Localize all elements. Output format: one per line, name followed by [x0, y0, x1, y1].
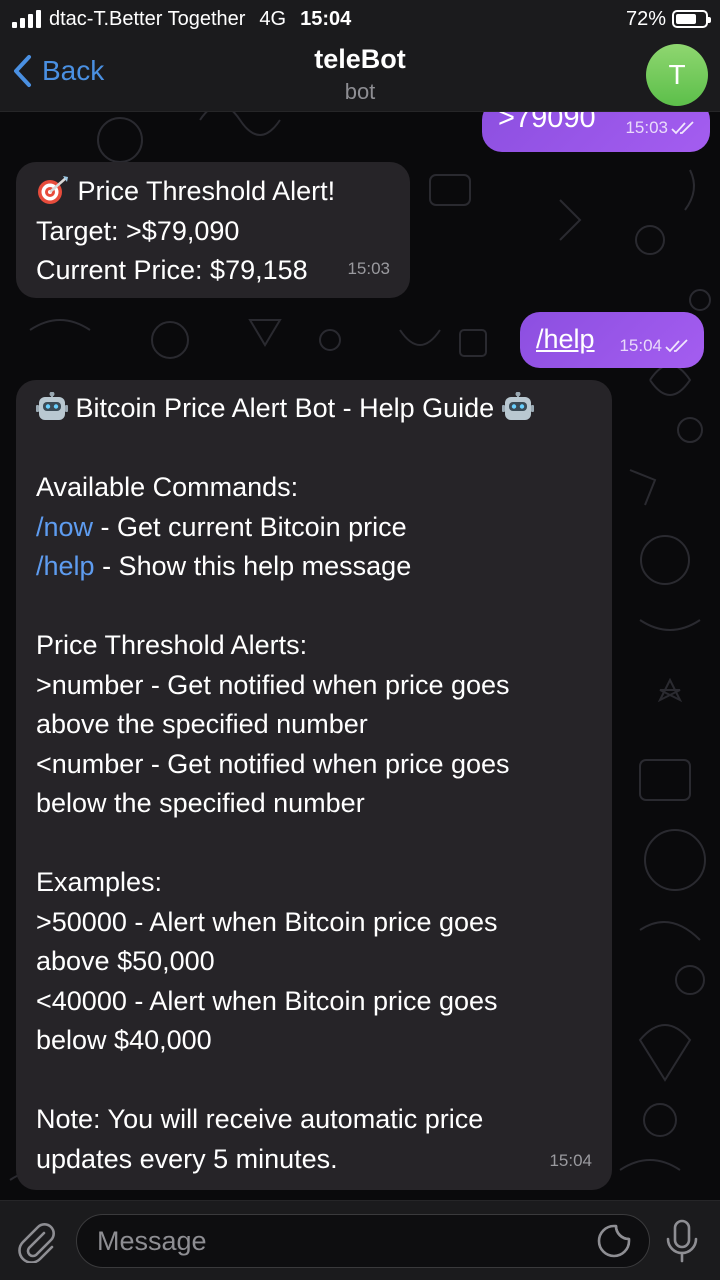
- network-type: 4G: [259, 7, 287, 30]
- battery-icon: [672, 10, 711, 28]
- help-title: Bitcoin Price Alert Bot - Help Guide: [75, 393, 495, 423]
- examples-line: >50000 - Alert when Bitcoin price goes: [36, 906, 498, 937]
- command-row: /now - Get current Bitcoin price: [36, 508, 592, 548]
- message-time: 15:04: [549, 1150, 592, 1170]
- clock: 15:04: [300, 7, 352, 30]
- alert-target: Target: >$79,090: [36, 215, 240, 246]
- examples-line: <40000 - Alert when Bitcoin price goes: [36, 985, 498, 1016]
- status-bar: dtac-T.Better Together 4G 15:04 72%: [0, 0, 720, 38]
- command-description: - Show this help message: [94, 551, 412, 581]
- sticker-button[interactable]: [596, 1223, 632, 1264]
- robot-icon: [36, 391, 68, 420]
- message-input[interactable]: [76, 1214, 650, 1268]
- sticker-icon: [597, 1224, 631, 1258]
- message-time: 15:04: [619, 326, 690, 366]
- microphone-button[interactable]: [664, 1219, 700, 1268]
- robot-icon: [501, 391, 534, 420]
- alerts-line: >number - Get notified when price goes: [36, 669, 510, 700]
- chat-screen: dtac-T.Better Together 4G 15:04 72% Back…: [0, 0, 720, 1280]
- examples-line: below $40,000: [36, 1025, 212, 1055]
- help-command-link[interactable]: /help: [536, 320, 595, 360]
- chat-header: Back teleBot bot T: [0, 38, 720, 112]
- alerts-line: <number - Get notified when price goes: [36, 748, 510, 779]
- incoming-message[interactable]: Bitcoin Price Alert Bot - Help Guide Ava…: [16, 380, 612, 1190]
- outgoing-message[interactable]: /help 15:04: [520, 312, 704, 368]
- message-time: 15:03: [347, 258, 390, 278]
- signal-strength-icon: [12, 10, 41, 28]
- message-time: 15:03: [625, 108, 696, 148]
- battery-percent: 72%: [625, 7, 666, 30]
- examples-heading: Examples:: [36, 867, 163, 897]
- paperclip-icon: [18, 1223, 55, 1264]
- alert-title: Price Threshold Alert!: [77, 176, 336, 206]
- chat-title: teleBot: [314, 44, 406, 74]
- chat-title-block[interactable]: teleBot bot: [0, 44, 720, 105]
- avatar-letter: T: [668, 59, 686, 90]
- microphone-icon: [666, 1219, 698, 1263]
- alerts-line: above the specified number: [36, 709, 368, 739]
- message-composer: [0, 1200, 720, 1280]
- note-line: Note: You will receive automatic price: [36, 1104, 484, 1134]
- command-description: - Get current Bitcoin price: [93, 511, 407, 542]
- attach-button[interactable]: [14, 1219, 58, 1268]
- commands-heading: Available Commands:: [36, 472, 299, 502]
- avatar[interactable]: T: [646, 44, 708, 106]
- double-check-icon: [671, 121, 694, 135]
- help-command-link[interactable]: /help: [36, 551, 95, 581]
- carrier-name: dtac-T.Better Together: [49, 7, 246, 30]
- alert-title-line: Price Threshold Alert!: [36, 172, 390, 212]
- note-line: updates every 5 minutes.: [36, 1143, 338, 1174]
- examples-line: above $50,000: [36, 946, 215, 976]
- alerts-heading: Price Threshold Alerts:: [36, 630, 308, 660]
- chat-subtitle: bot: [344, 79, 376, 104]
- target-dart-icon: [38, 175, 68, 204]
- incoming-message[interactable]: Price Threshold Alert! Target: >$79,090 …: [16, 162, 410, 298]
- alert-current-price: Current Price: $79,158: [36, 255, 308, 285]
- alerts-line: below the specified number: [36, 788, 365, 818]
- double-check-icon: [665, 339, 688, 353]
- now-command-link[interactable]: /now: [36, 512, 93, 542]
- help-title-line: Bitcoin Price Alert Bot - Help Guide: [36, 389, 592, 429]
- command-row: /help - Show this help message: [36, 547, 592, 587]
